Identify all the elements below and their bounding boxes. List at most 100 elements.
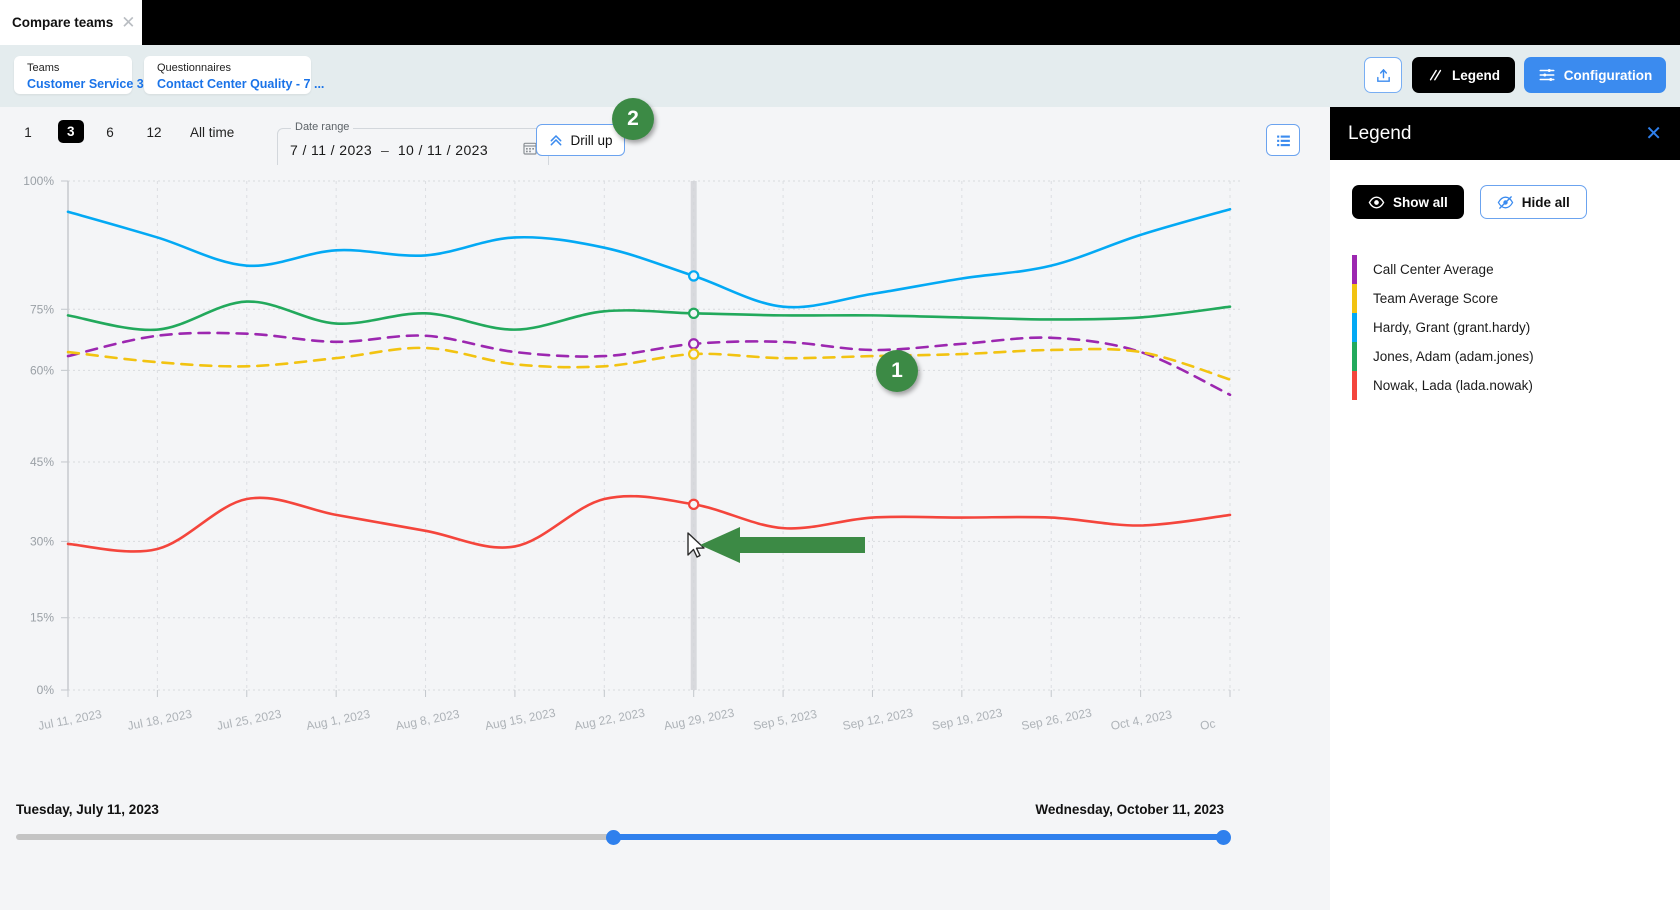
teams-selector[interactable]: Teams Customer Service 3 xyxy=(14,56,132,94)
legend-item-label: Call Center Average xyxy=(1373,262,1494,277)
data-point-marker[interactable] xyxy=(689,500,698,509)
y-axis-tick-label: 15% xyxy=(30,611,54,625)
x-axis-tick-label: Aug 29, 2023 xyxy=(663,706,736,733)
x-axis-tick-label: Aug 22, 2023 xyxy=(573,706,646,733)
questionnaires-selector[interactable]: Questionnaires Contact Center Quality - … xyxy=(144,56,311,94)
legend-item[interactable]: Call Center Average xyxy=(1352,255,1662,284)
crosshair-band xyxy=(691,181,697,690)
x-axis-tick-label: Jul 11, 2023 xyxy=(37,707,103,733)
legend-icon xyxy=(1427,67,1444,84)
hide-all-button[interactable]: Hide all xyxy=(1480,185,1587,219)
hide-all-label: Hide all xyxy=(1522,195,1570,210)
legend-panel-title: Legend xyxy=(1348,123,1411,145)
x-axis-tick-label: Sep 5, 2023 xyxy=(752,707,819,733)
x-axis-tick-label: Oc xyxy=(1199,716,1217,733)
configuration-button[interactable]: Configuration xyxy=(1524,57,1666,93)
show-all-button[interactable]: Show all xyxy=(1352,185,1464,219)
legend-item[interactable]: Jones, Adam (adam.jones) xyxy=(1352,342,1662,371)
date-range-separator: – xyxy=(381,142,389,158)
data-point-marker[interactable] xyxy=(689,271,698,280)
y-axis-tick-label: 30% xyxy=(30,534,54,548)
data-point-marker[interactable] xyxy=(689,339,698,348)
timeline-start-date: Tuesday, July 11, 2023 xyxy=(16,802,159,817)
legend-item[interactable]: Team Average Score xyxy=(1352,284,1662,313)
legend-color-swatch xyxy=(1352,255,1357,284)
annotation-arrow-1 xyxy=(700,527,865,563)
x-axis-tick-label: Sep 12, 2023 xyxy=(841,706,914,733)
close-icon[interactable]: ✕ xyxy=(1645,124,1662,144)
drill-up-button[interactable]: Drill up xyxy=(536,124,625,156)
close-icon[interactable]: ✕ xyxy=(121,14,135,31)
period-12[interactable]: 12 xyxy=(144,125,164,140)
timeline-slider-fill xyxy=(608,834,1230,840)
timeline-footer: Tuesday, July 11, 2023 Wednesday, Octobe… xyxy=(0,790,1330,910)
y-axis-tick-label: 75% xyxy=(30,302,54,316)
data-point-marker[interactable] xyxy=(689,309,698,318)
series-line[interactable] xyxy=(68,333,1230,395)
x-axis-tick-label: Jul 25, 2023 xyxy=(216,707,283,733)
compare-teams-screen: Compare teams ✕ Teams Customer Service 3… xyxy=(0,0,1680,910)
legend-item-label: Jones, Adam (adam.jones) xyxy=(1373,349,1534,364)
x-axis-tick-label: Aug 15, 2023 xyxy=(484,706,557,733)
legend-item-label: Nowak, Lada (lada.nowak) xyxy=(1373,378,1533,393)
chevron-double-up-icon xyxy=(548,132,564,148)
legend-item-label: Hardy, Grant (grant.hardy) xyxy=(1373,320,1530,335)
series-line[interactable] xyxy=(68,496,1230,551)
legend-color-swatch xyxy=(1352,284,1357,313)
x-axis-tick-label: Sep 19, 2023 xyxy=(931,706,1004,733)
legend-button[interactable]: Legend xyxy=(1412,57,1515,93)
series-line[interactable] xyxy=(68,302,1230,330)
legend-item-label: Team Average Score xyxy=(1373,291,1498,306)
x-axis-tick-label: Oct 4, 2023 xyxy=(1110,707,1174,733)
upload-icon xyxy=(1375,67,1392,84)
period-6[interactable]: 6 xyxy=(104,125,116,140)
data-point-marker[interactable] xyxy=(689,349,698,358)
chart-area[interactable]: 100%75%60%45%30%15%0%Jul 11, 2023Jul 18,… xyxy=(0,165,1330,790)
y-axis-tick-label: 0% xyxy=(37,683,55,697)
teams-label: Teams xyxy=(27,62,119,76)
legend-item[interactable]: Nowak, Lada (lada.nowak) xyxy=(1352,371,1662,400)
list-view-button[interactable] xyxy=(1266,124,1300,156)
export-button[interactable] xyxy=(1364,57,1402,93)
eye-off-icon xyxy=(1497,194,1514,211)
legend-color-swatch xyxy=(1352,342,1357,371)
legend-item[interactable]: Hardy, Grant (grant.hardy) xyxy=(1352,313,1662,342)
timeline-slider-handle-start[interactable] xyxy=(606,830,621,845)
date-range-end[interactable]: 10 / 11 / 2023 xyxy=(398,142,488,158)
period-1[interactable]: 1 xyxy=(22,125,34,140)
y-axis-tick-label: 60% xyxy=(30,363,54,377)
list-view-icon xyxy=(1275,132,1292,149)
legend-items-list: Call Center Average Team Average Score Har… xyxy=(1352,255,1662,400)
multi-series-line-chart[interactable]: 100%75%60%45%30%15%0%Jul 11, 2023Jul 18,… xyxy=(0,165,1330,790)
legend-color-swatch xyxy=(1352,313,1357,342)
legend-panel-header: Legend ✕ xyxy=(1330,107,1680,160)
configuration-button-label: Configuration xyxy=(1564,68,1652,83)
series-line[interactable] xyxy=(68,348,1230,380)
y-axis-tick-label: 100% xyxy=(23,174,54,188)
questionnaires-value: Contact Center Quality - 7 ... xyxy=(157,76,298,92)
eye-icon xyxy=(1368,194,1385,211)
controls-row: 1 3 6 12 All time xyxy=(0,107,1330,165)
tab-compare-teams[interactable]: Compare teams ✕ xyxy=(0,0,142,45)
legend-panel-actions: Show all Hide all xyxy=(1352,185,1587,219)
tab-strip: Compare teams ✕ xyxy=(0,0,1680,45)
x-axis-tick-label: Sep 26, 2023 xyxy=(1020,706,1093,733)
legend-panel: Legend ✕ Show all Hide all Call Center xyxy=(1330,107,1680,910)
annotation-badge-1: 1 xyxy=(876,350,918,392)
annotation-badge-2: 2 xyxy=(612,98,654,140)
period-all-time[interactable]: All time xyxy=(190,125,234,140)
drill-up-label: Drill up xyxy=(570,133,612,148)
tab-label: Compare teams xyxy=(12,15,113,30)
header-bar: Teams Customer Service 3 Questionnaires … xyxy=(0,45,1680,107)
sliders-icon xyxy=(1538,66,1556,84)
questionnaires-label: Questionnaires xyxy=(157,62,298,76)
y-axis-tick-label: 45% xyxy=(30,455,54,469)
period-3[interactable]: 3 xyxy=(58,120,84,143)
timeline-slider-handle-end[interactable] xyxy=(1216,830,1231,845)
show-all-label: Show all xyxy=(1393,195,1448,210)
legend-button-label: Legend xyxy=(1452,68,1500,83)
date-range-start[interactable]: 7 / 11 / 2023 xyxy=(290,142,372,158)
teams-value: Customer Service 3 xyxy=(27,76,119,92)
x-axis-tick-label: Aug 8, 2023 xyxy=(394,707,461,733)
series-line[interactable] xyxy=(68,209,1230,307)
